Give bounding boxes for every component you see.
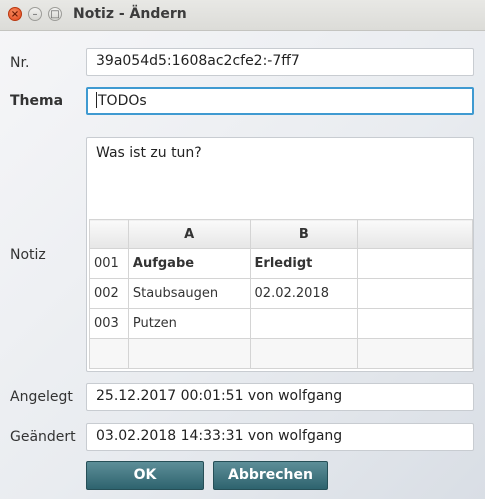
angelegt-label: Angelegt (10, 389, 73, 405)
text-caret (96, 92, 97, 108)
table-row: 001 Aufgabe Erledigt (89, 248, 473, 279)
table-cell[interactable] (249, 338, 359, 369)
nr-label: Nr. (10, 55, 30, 71)
close-icon[interactable]: × (8, 7, 22, 21)
window-title: Notiz - Ändern (73, 6, 187, 22)
table-column-header[interactable]: B (249, 219, 359, 249)
table-cell[interactable]: Staubsaugen (127, 278, 251, 309)
table-cell[interactable]: Putzen (127, 308, 251, 339)
nr-field[interactable]: 39a054d5:1608ac2cfe2:-7ff7 (86, 48, 474, 76)
angelegt-field[interactable]: 25.12.2017 00:01:51 von wolfgang (86, 383, 474, 411)
table-cell[interactable]: 003 (89, 308, 129, 339)
table-cell[interactable] (357, 248, 473, 279)
table-cell[interactable] (357, 278, 473, 309)
table-cell[interactable]: 001 (89, 248, 129, 279)
table-cell[interactable] (249, 308, 359, 339)
table-cell[interactable]: 002 (89, 278, 129, 309)
notiz-text: Was ist zu tun? (96, 145, 202, 161)
cancel-button[interactable]: Abbrechen (213, 461, 328, 490)
notiz-table[interactable]: A B 001 Aufgabe Erledigt 002 Staubsaugen… (89, 219, 473, 369)
maximize-icon[interactable]: □ (48, 7, 62, 21)
table-cell[interactable] (89, 338, 129, 369)
ok-button[interactable]: OK (86, 461, 204, 490)
thema-value: TODOs (98, 93, 147, 109)
thema-label: Thema (10, 93, 64, 109)
table-corner-header (89, 219, 129, 249)
geaendert-label: Geändert (10, 429, 76, 445)
notiz-label: Notiz (10, 247, 46, 263)
table-row: 003 Putzen (89, 308, 473, 339)
table-cell[interactable] (357, 338, 473, 369)
table-cell[interactable] (127, 338, 251, 369)
thema-field[interactable]: TODOs (86, 87, 474, 115)
geaendert-field[interactable]: 03.02.2018 14:33:31 von wolfgang (86, 423, 474, 451)
table-cell[interactable]: Erledigt (249, 248, 359, 279)
table-cell[interactable]: 02.02.2018 (249, 278, 359, 309)
table-header-row: A B (89, 219, 473, 249)
notiz-editor[interactable]: Was ist zu tun? A B 001 Aufgabe Erledigt… (86, 137, 474, 372)
table-cell[interactable] (357, 308, 473, 339)
table-column-header[interactable] (357, 219, 473, 249)
table-cell[interactable]: Aufgabe (127, 248, 251, 279)
table-row: 002 Staubsaugen 02.02.2018 (89, 278, 473, 309)
table-row (89, 338, 473, 369)
minimize-icon[interactable]: – (28, 7, 42, 21)
table-column-header[interactable]: A (127, 219, 251, 249)
title-bar: × – □ Notiz - Ändern (0, 0, 485, 31)
